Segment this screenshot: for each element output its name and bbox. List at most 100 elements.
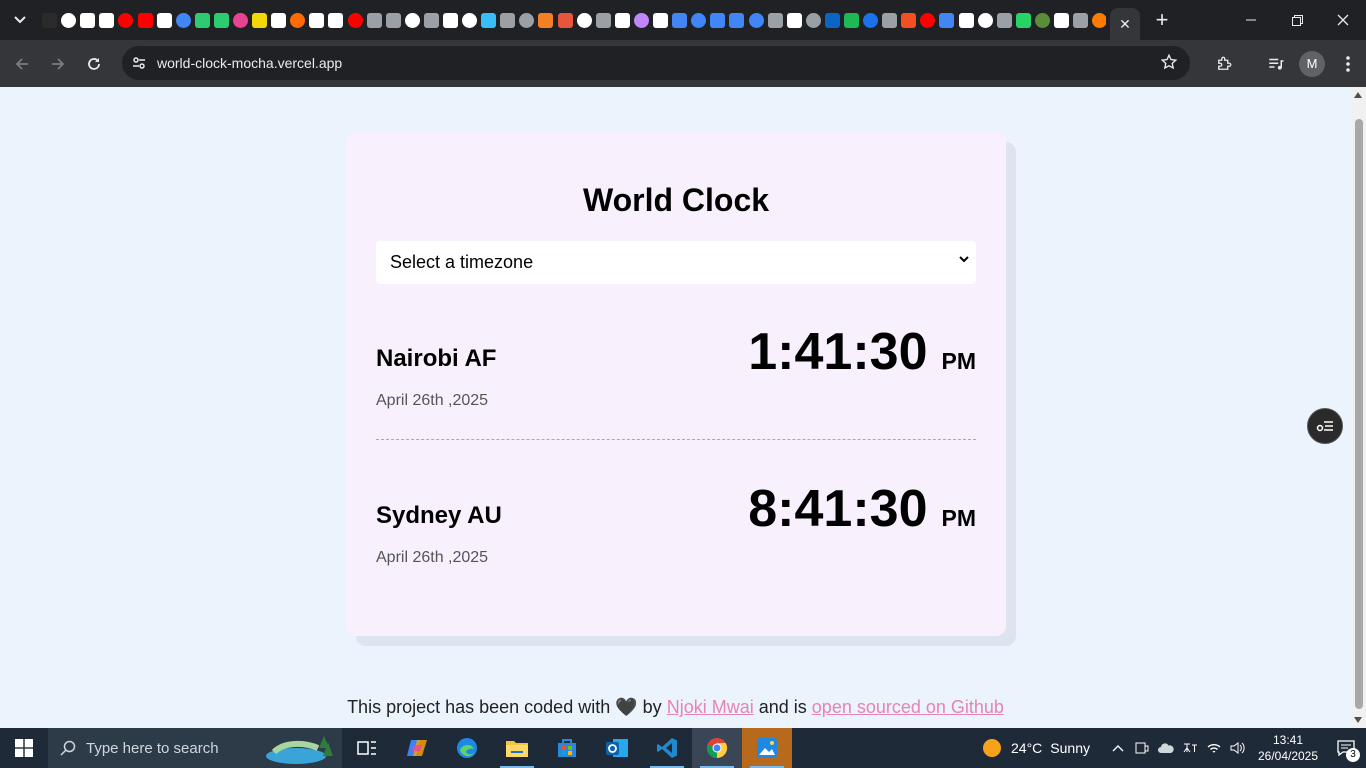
weather-widget[interactable]: 24°C Sunny	[983, 739, 1090, 757]
chrome-menu-button[interactable]	[1330, 46, 1366, 82]
pinned-tab-favicon[interactable]	[309, 12, 325, 28]
pinned-tab-favicon[interactable]	[80, 12, 96, 28]
pinned-tab-favicon[interactable]	[824, 12, 840, 28]
site-info-button[interactable]	[125, 49, 153, 77]
pinned-tab-favicon[interactable]	[977, 12, 993, 28]
github-link[interactable]: open sourced on Github	[812, 697, 1004, 717]
minimize-button[interactable]	[1228, 0, 1274, 40]
pinned-tab-favicon[interactable]	[1092, 12, 1106, 28]
pinned-tab-favicon[interactable]	[1073, 12, 1089, 28]
pinned-tab-favicon[interactable]	[653, 12, 669, 28]
scroll-up-arrow[interactable]	[1354, 92, 1362, 98]
back-button[interactable]	[4, 46, 40, 82]
pinned-tab-favicon[interactable]	[939, 12, 955, 28]
bookmark-star-icon[interactable]	[1160, 53, 1178, 71]
pinned-tab-favicon[interactable]	[99, 12, 115, 28]
tray-device-icon[interactable]	[1130, 728, 1154, 768]
pinned-tab-favicon[interactable]	[996, 12, 1012, 28]
page-scrollbar[interactable]	[1351, 87, 1366, 728]
pinned-tab-favicon[interactable]	[672, 12, 688, 28]
pinned-tab-favicon[interactable]	[710, 12, 726, 28]
network-button[interactable]	[1202, 728, 1226, 768]
scroll-down-arrow[interactable]	[1354, 717, 1362, 723]
pinned-tab-favicon[interactable]	[213, 12, 229, 28]
pinned-tab-favicon[interactable]	[347, 12, 363, 28]
profile-button[interactable]: M	[1294, 46, 1330, 82]
pinned-tab-favicon[interactable]	[271, 12, 287, 28]
pinned-tab-favicon[interactable]	[500, 12, 516, 28]
chrome-button[interactable]	[692, 728, 742, 768]
pinned-tab-favicon[interactable]	[443, 12, 459, 28]
microsoft-store-button[interactable]	[542, 728, 592, 768]
close-tab-icon[interactable]: ✕	[1119, 16, 1131, 33]
volume-button[interactable]	[1226, 728, 1250, 768]
pinned-tab-favicon[interactable]	[557, 12, 573, 28]
pinned-tab-favicon[interactable]	[786, 12, 802, 28]
pinned-tab-favicon[interactable]	[958, 12, 974, 28]
pinned-tab-favicon[interactable]	[901, 12, 917, 28]
new-tab-button[interactable]: +	[1148, 6, 1176, 34]
taskbar-search[interactable]: Type here to search	[48, 728, 342, 768]
pinned-tab-favicon[interactable]	[691, 12, 707, 28]
scroll-thumb[interactable]	[1355, 119, 1363, 709]
pinned-tab-favicon[interactable]	[462, 12, 478, 28]
paint-button[interactable]	[742, 728, 792, 768]
pinned-tab-favicon[interactable]	[156, 12, 172, 28]
pinned-tab-favicon[interactable]	[481, 12, 497, 28]
tab-search-button[interactable]	[6, 6, 34, 34]
onedrive-button[interactable]	[1154, 728, 1178, 768]
pinned-tab-favicon[interactable]	[614, 12, 630, 28]
pinned-tab-favicon[interactable]	[290, 12, 306, 28]
url-text[interactable]: world-clock-mocha.vercel.app	[157, 55, 342, 71]
active-tab[interactable]: ✕	[1110, 8, 1140, 40]
pinned-tab-favicon[interactable]	[118, 12, 134, 28]
pinned-tab-favicon[interactable]	[61, 12, 77, 28]
pinned-tab-favicon[interactable]	[42, 12, 58, 28]
restore-button[interactable]	[1274, 0, 1320, 40]
pinned-tab-favicon[interactable]	[366, 12, 382, 28]
outlook-button[interactable]	[592, 728, 642, 768]
pinned-tab-favicon[interactable]	[385, 12, 401, 28]
extensions-button[interactable]	[1206, 46, 1242, 82]
close-window-button[interactable]	[1320, 0, 1366, 40]
timezone-select[interactable]: Select a timezone	[376, 241, 976, 284]
show-hidden-icons-button[interactable]	[1106, 728, 1130, 768]
pinned-tab-favicon[interactable]	[232, 12, 248, 28]
pinned-tab-favicon[interactable]	[843, 12, 859, 28]
reload-button[interactable]	[76, 46, 112, 82]
pinned-tab-favicon[interactable]	[882, 12, 898, 28]
pinned-tab-favicon[interactable]	[1054, 12, 1070, 28]
task-view-button[interactable]	[342, 728, 392, 768]
pinned-tab-favicon[interactable]	[538, 12, 554, 28]
pinned-tab-favicon[interactable]	[1015, 12, 1031, 28]
vscode-button[interactable]	[642, 728, 692, 768]
language-button[interactable]	[1178, 728, 1202, 768]
taskbar-clock[interactable]: 13:41 26/04/2025	[1250, 732, 1326, 764]
pinned-tab-favicon[interactable]	[404, 12, 420, 28]
floating-extension-button[interactable]	[1307, 408, 1343, 444]
pinned-tab-favicon[interactable]	[748, 12, 764, 28]
pinned-tab-favicon[interactable]	[252, 12, 268, 28]
pinned-tab-favicon[interactable]	[729, 12, 745, 28]
start-button[interactable]	[0, 728, 48, 768]
media-control-button[interactable]	[1258, 46, 1294, 82]
pinned-tab-favicon[interactable]	[175, 12, 191, 28]
pinned-tab-favicon[interactable]	[633, 12, 649, 28]
pinned-tab-favicon[interactable]	[137, 12, 153, 28]
author-link[interactable]: Njoki Mwai	[667, 697, 754, 717]
edge-button[interactable]	[442, 728, 492, 768]
pinned-tab-favicon[interactable]	[805, 12, 821, 28]
pinned-tab-favicon[interactable]	[1034, 12, 1050, 28]
address-bar[interactable]: world-clock-mocha.vercel.app	[122, 46, 1190, 80]
pinned-tab-favicon[interactable]	[863, 12, 879, 28]
pinned-tab-favicon[interactable]	[595, 12, 611, 28]
pinned-tab-favicon[interactable]	[328, 12, 344, 28]
forward-button[interactable]	[40, 46, 76, 82]
notification-center-button[interactable]: 3	[1326, 728, 1366, 768]
pinned-tab-favicon[interactable]	[576, 12, 592, 28]
pinned-tab-favicon[interactable]	[519, 12, 535, 28]
copilot-button[interactable]	[392, 728, 442, 768]
pinned-tab-favicon[interactable]	[920, 12, 936, 28]
file-explorer-button[interactable]	[492, 728, 542, 768]
pinned-tab-favicon[interactable]	[423, 12, 439, 28]
